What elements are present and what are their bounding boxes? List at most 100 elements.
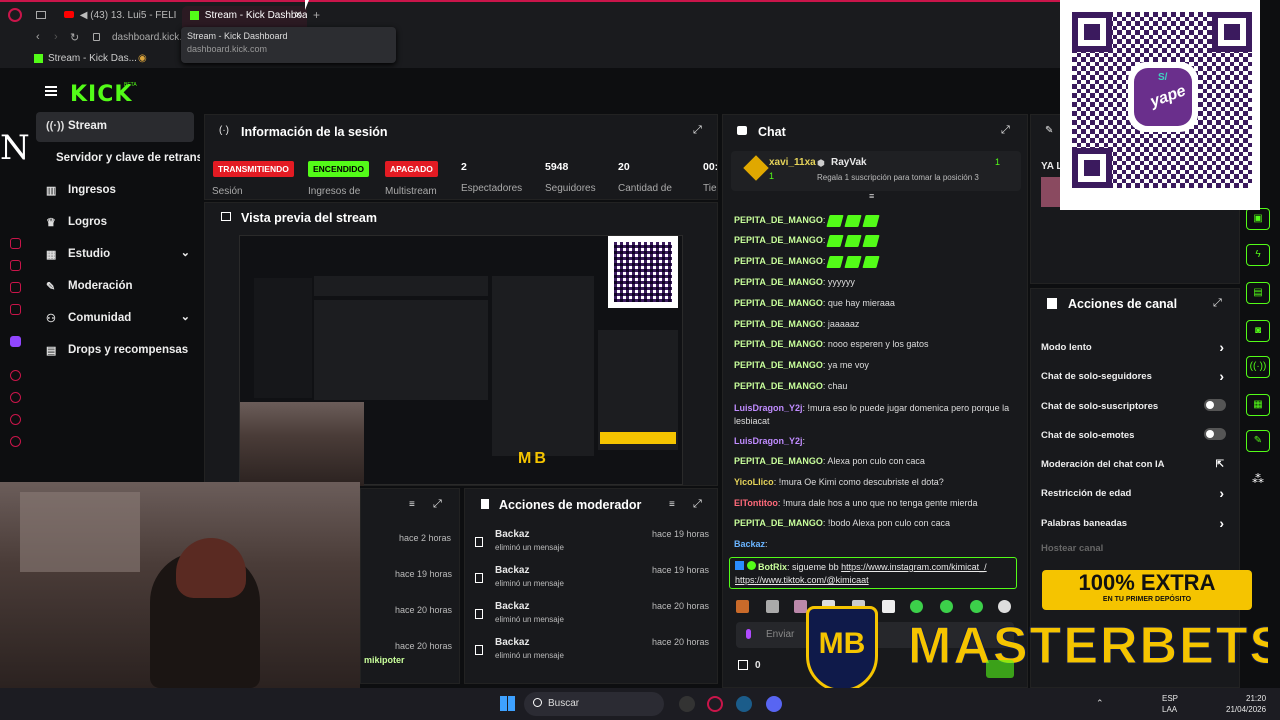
chat-username[interactable]: LuisDragon_Y2j [734,403,803,413]
twitch-icon[interactable] [10,336,21,347]
chat-username[interactable]: PEPITA_DE_MANGO [734,277,823,287]
chat-username[interactable]: Backaz [734,539,765,549]
chat-username[interactable]: PEPITA_DE_MANGO [734,360,823,370]
sidebar-item-comunidad[interactable]: ⚇ Comunidad ⌄ [36,304,200,334]
sidebar-item-stream[interactable]: ((·)) Stream [36,112,194,142]
emote-icon[interactable] [766,600,779,613]
chat-username[interactable]: PEPITA_DE_MANGO [734,319,823,329]
expand-icon[interactable]: ⤢ [1001,124,1010,137]
chat-message: PEPITA_DE_MANGO: [734,255,1019,268]
tab-kick-dashboard[interactable]: Stream - Kick Dashboa [182,6,307,28]
rail-doc-icon[interactable]: ▤ [1246,282,1270,304]
sidebar-app-icon[interactable] [10,260,21,271]
sidebar-app-icon[interactable] [10,282,21,293]
close-tab-icon[interactable]: ✕ [294,10,302,21]
chat-link[interactable]: https://www.instagram.com/kimicat_/ [841,562,987,572]
sidebar-app-icon[interactable] [10,238,21,249]
steam-icon[interactable] [736,696,752,712]
rail-layout-icon[interactable]: ▦ [1246,394,1270,416]
taskbar-search[interactable]: Buscar [524,692,664,716]
chat-username[interactable]: BotRix [758,562,787,572]
lang-label[interactable]: ESP [1162,694,1178,703]
rail-camera-icon[interactable]: ▣ [1246,208,1270,230]
discord-icon[interactable] [766,696,782,712]
tray-icon[interactable]: ⌃ [1096,698,1104,709]
chat-username[interactable]: PEPITA_DE_MANGO [734,518,823,528]
start-icon[interactable] [500,696,515,711]
rail-wrench-icon[interactable]: ✎ [1246,430,1270,452]
sidebar-app-icon[interactable] [10,392,21,403]
emote-icon[interactable] [998,600,1011,613]
reload-icon[interactable]: ↻ [70,31,79,44]
sidebar-item-drops[interactable]: ▤ Drops y recompensas [36,336,200,366]
sidebar-app-icon[interactable] [10,370,21,381]
sidebar-app-icon[interactable] [10,414,21,425]
external-link-icon: ⇱ [1215,459,1224,470]
chat-username[interactable]: PEPITA_DE_MANGO [734,256,823,266]
action-banned-words[interactable]: Palabras baneadas › [1041,515,1226,531]
chat-username[interactable]: PEPITA_DE_MANGO [734,235,823,245]
emote-icon[interactable] [736,600,749,613]
sidebar-item-server-key[interactable]: Servidor y clave de retransmisión [36,144,200,174]
bookmark-kick[interactable]: Stream - Kick Das... [48,53,137,64]
sidebar-item-moderacion[interactable]: ✎ Moderación [36,272,200,302]
emote-icon[interactable] [970,600,983,613]
collapse-icon[interactable]: ≡ [869,191,874,201]
rail-broadcast-icon[interactable]: ((·)) [1246,356,1270,378]
action-emotes-only[interactable]: Chat de solo-emotes [1041,428,1226,441]
expand-icon[interactable]: ⤢ [1213,297,1222,310]
emote-icon [844,234,862,247]
action-age-restriction[interactable]: Restricción de edad › [1041,485,1226,501]
back-icon[interactable]: ‹ [36,31,40,43]
rail-more-icon[interactable]: ⁂ [1252,472,1264,486]
emote-icon[interactable] [794,600,807,613]
action-subs-only[interactable]: Chat de solo-suscriptores [1041,399,1226,412]
speaker-icon[interactable]: ◀ [80,10,88,21]
rail-bolt-icon[interactable]: ϟ [1246,244,1270,266]
settings-icon[interactable] [10,436,21,447]
emote-icon[interactable] [910,600,923,613]
app-icon[interactable] [679,696,695,712]
tab-icon[interactable] [36,11,46,19]
action-slow-mode[interactable]: Modo lento › [1041,339,1226,355]
rail-chat-icon[interactable]: ◙ [1246,320,1270,342]
tab-youtube[interactable]: ◀ (43) 13. Lui5 - FELINA [56,6,176,28]
sidebar-item-logros[interactable]: ♛ Logros [36,208,200,238]
chat-username[interactable]: LuisDragon_Y2j [734,436,803,446]
expand-icon[interactable]: ⤢ [693,124,702,137]
action-followers-only[interactable]: Chat de solo-seguidores › [1041,368,1226,384]
sidebar-item-estudio[interactable]: ▦ Estudio ⌄ [36,240,200,270]
preview-video[interactable]: MB [239,235,683,486]
chat-username[interactable]: YicoLlico [734,477,774,487]
chat-username[interactable]: PEPITA_DE_MANGO [734,298,823,308]
mic-icon[interactable] [746,629,751,639]
new-tab-icon[interactable]: + [313,8,320,22]
chat-username[interactable]: PEPITA_DE_MANGO [734,381,823,391]
filter-icon[interactable]: ≡ [669,499,675,510]
forward-icon[interactable]: › [54,31,58,43]
url-input[interactable]: dashboard.kick.c [112,32,187,43]
chat-link[interactable]: https://www.tiktok.com/@kimicaat [735,575,869,585]
emotes-only-toggle[interactable] [1204,428,1226,440]
chat-username[interactable]: PEPITA_DE_MANGO [734,339,823,349]
bookmark-icon[interactable]: ◉ [138,53,147,64]
action-host-channel[interactable]: Hostear canal [1041,543,1226,554]
action-ai-moderation[interactable]: Moderación del chat con IA ⇱ [1041,459,1226,470]
clock-time[interactable]: 21:20 [1246,694,1266,703]
chat-username[interactable]: ElTontitoo [734,498,778,508]
emote-icon [844,255,862,268]
chat-username[interactable]: PEPITA_DE_MANGO [734,456,823,466]
send-button[interactable] [986,660,1014,678]
chat-username[interactable]: PEPITA_DE_MANGO [734,215,823,225]
emote-icon[interactable] [882,600,895,613]
sidebar-app-icon[interactable] [10,304,21,315]
emote-icon[interactable] [940,600,953,613]
expand-icon[interactable]: ⤢ [693,498,702,511]
filter-icon[interactable]: ≡ [409,499,415,510]
hamburger-menu-icon[interactable] [45,86,57,96]
browser-logo-icon[interactable] [8,8,22,22]
sidebar-item-ingresos[interactable]: ▥ Ingresos [36,176,200,206]
expand-icon[interactable]: ⤢ [433,498,442,511]
opera-icon[interactable] [707,696,723,712]
subs-only-toggle[interactable] [1204,399,1226,411]
